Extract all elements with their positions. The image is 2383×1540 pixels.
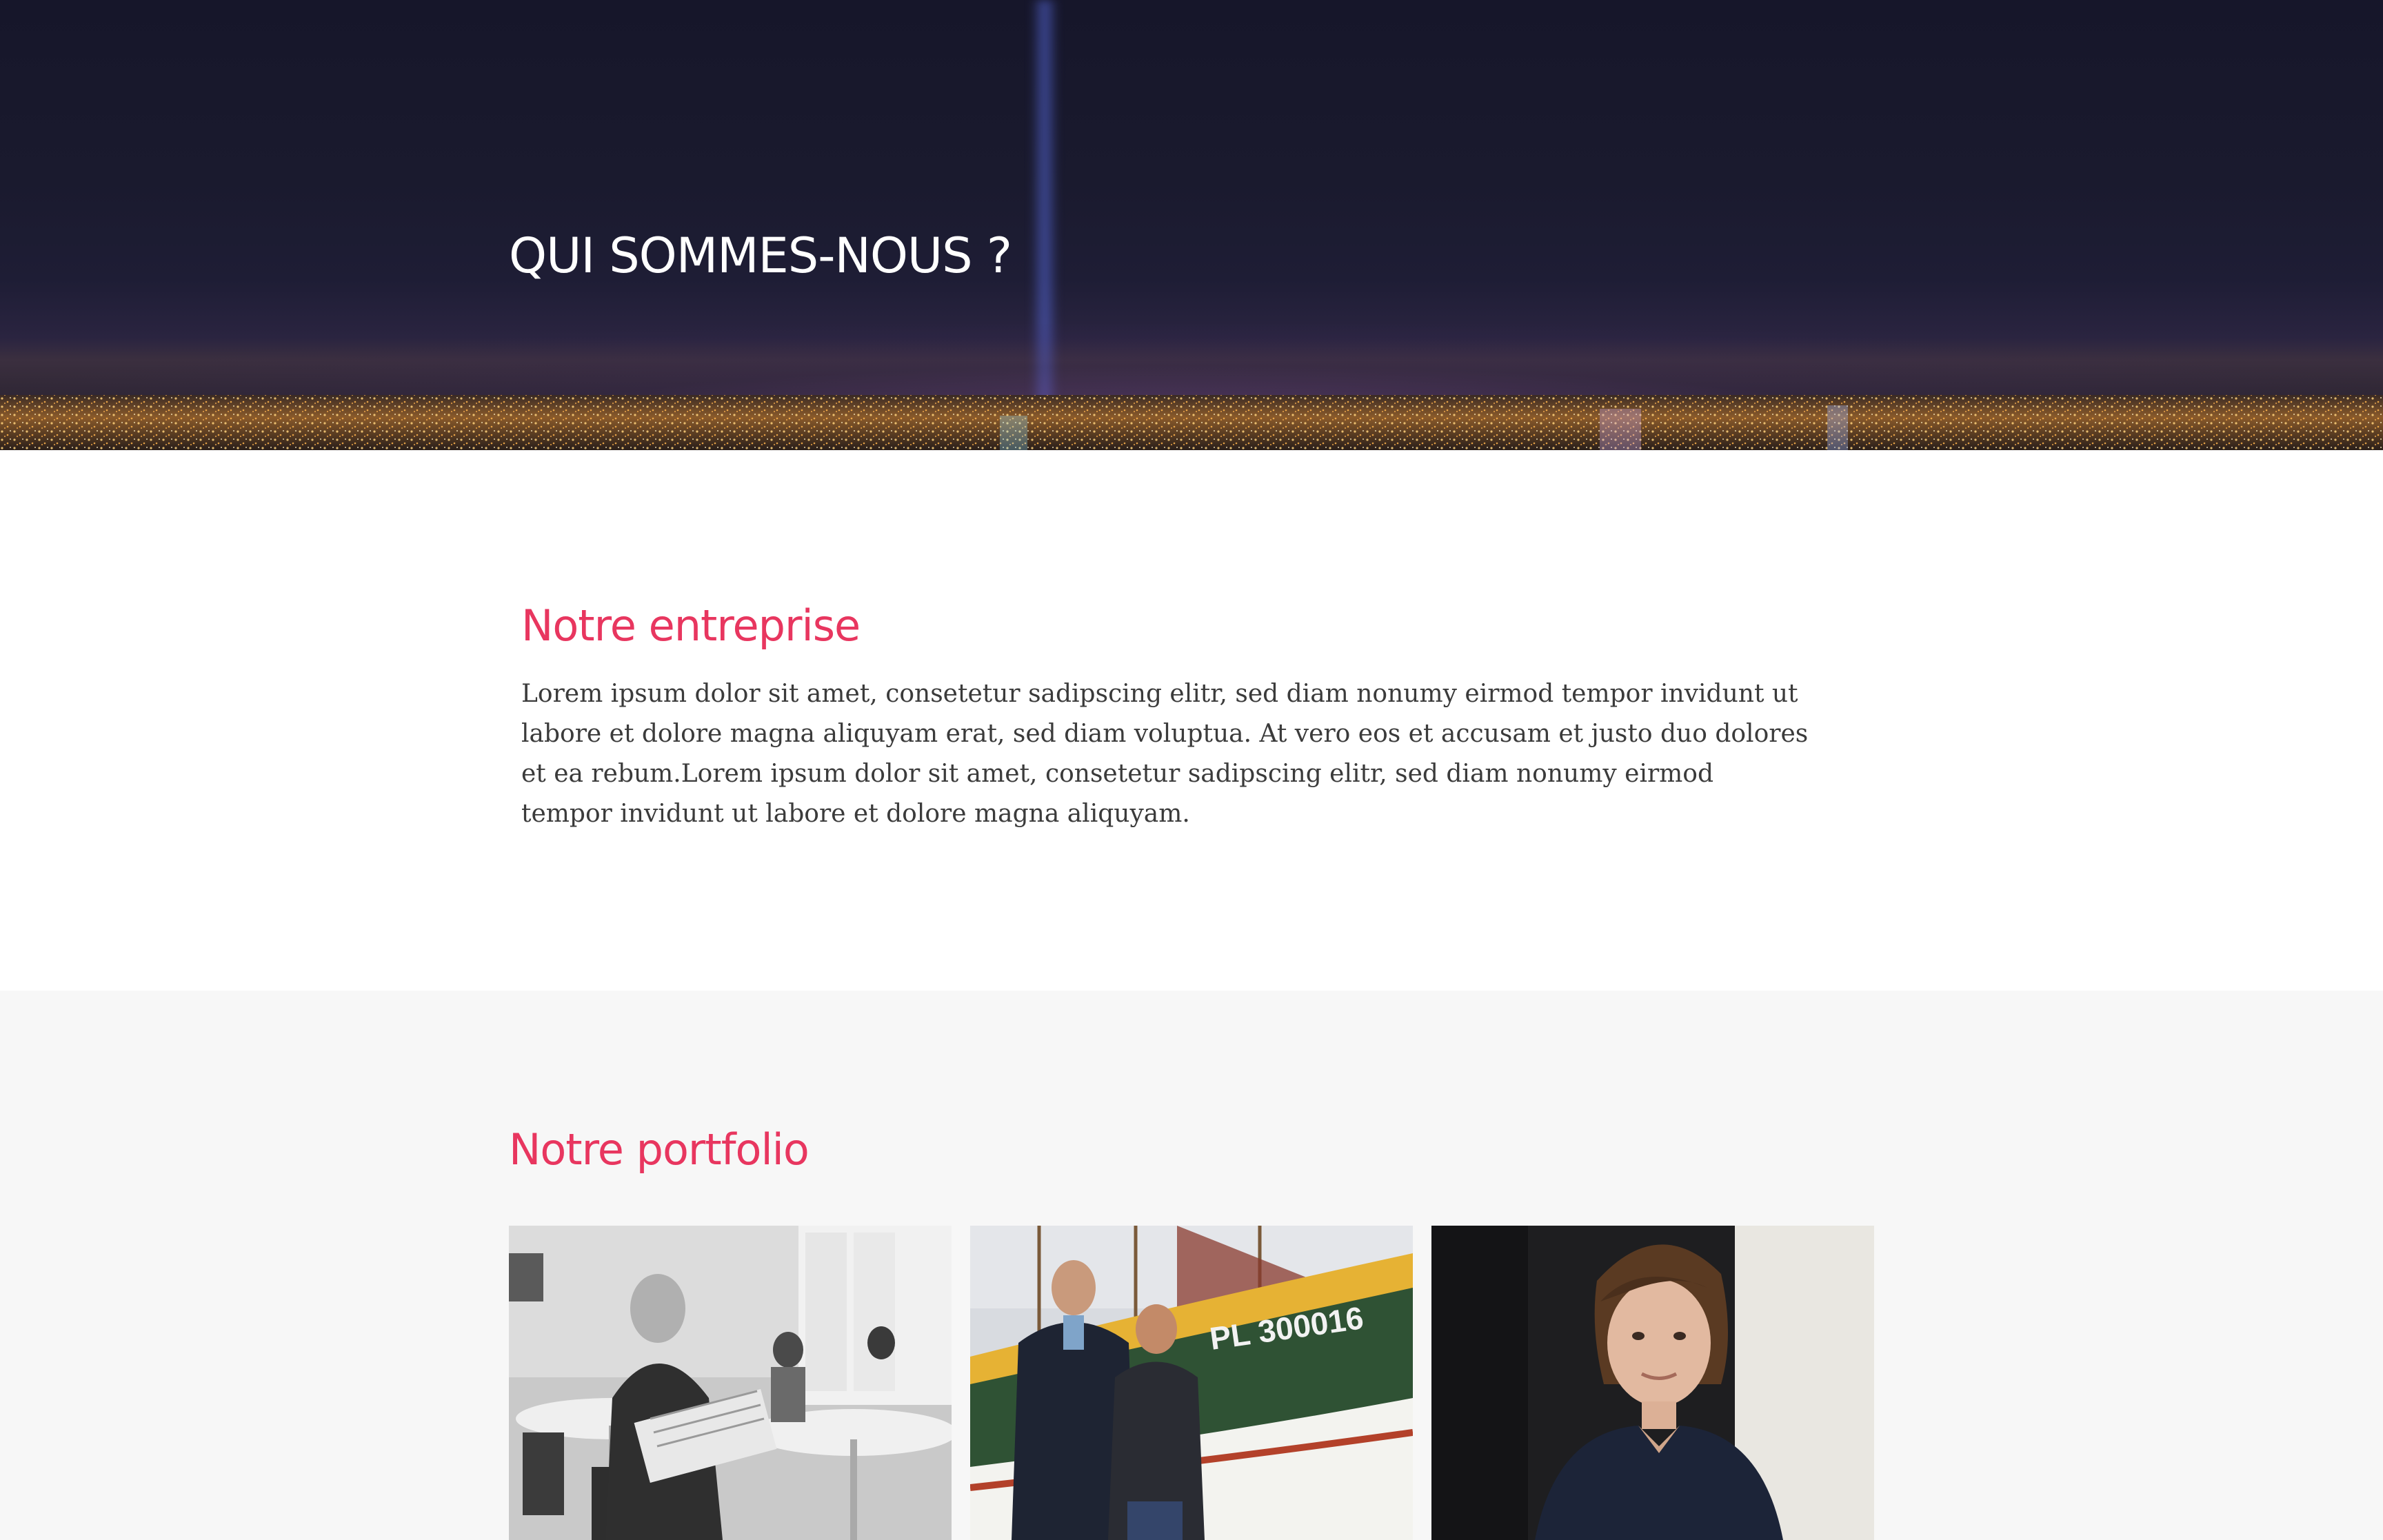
portfolio-image-woman-portrait	[1431, 1226, 1874, 1540]
portfolio-section: Notre portfolio PL 300016	[0, 991, 2383, 1540]
portfolio-image-man-reading	[509, 1226, 952, 1540]
hero-banner: QUI SOMMES-NOUS ?	[0, 0, 2383, 450]
portfolio-item-man-reading[interactable]	[509, 1226, 952, 1540]
portfolio-item-boat[interactable]: PL 300016	[970, 1226, 1413, 1540]
portfolio-grid: PL 300016	[509, 1226, 1874, 1540]
portfolio-item-woman-portrait[interactable]	[1431, 1226, 1874, 1540]
about-paragraph: Lorem ipsum dolor sit amet, consetetur s…	[521, 680, 1809, 828]
about-heading: Notre entreprise	[521, 600, 861, 651]
page-title: QUI SOMMES-NOUS ?	[509, 227, 1012, 284]
about-section: Notre entreprise Lorem ipsum dolor sit a…	[0, 450, 2383, 991]
portfolio-image-boat: PL 300016	[970, 1226, 1413, 1540]
hero-city-lights	[0, 395, 2383, 450]
portfolio-heading: Notre portfolio	[509, 1124, 810, 1175]
